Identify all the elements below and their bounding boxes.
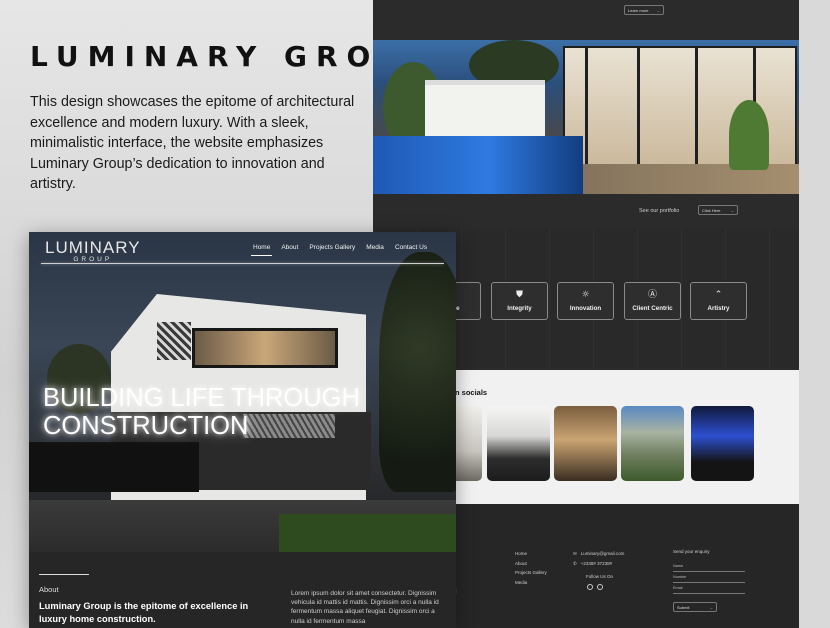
- value-label: Innovation: [569, 304, 602, 312]
- about-body: Lorem ipsum dolor sit amet consectetur. …: [291, 590, 439, 625]
- logo-main: LUMINARY: [45, 238, 141, 257]
- enquiry-label: Send your enquiry: [673, 549, 710, 554]
- mullion: [637, 48, 640, 166]
- instagram-icon[interactable]: [597, 584, 603, 590]
- socials-title: n socials: [455, 388, 488, 397]
- arrow-right-icon: →: [709, 604, 713, 610]
- showcase-description: This design showcases the epitome of arc…: [30, 94, 355, 192]
- homepage-mockup: LUMINARY GROUP Home About Projects Galle…: [29, 232, 456, 628]
- value-label: Artistry: [707, 304, 730, 312]
- house-screen: [157, 322, 191, 360]
- number-field[interactable]: Number: [673, 574, 745, 583]
- follow-label: Follow Us On: [586, 574, 614, 579]
- value-card-innovation[interactable]: ☼ Innovation: [557, 282, 614, 320]
- lightbulb-icon: ☼: [581, 289, 590, 300]
- lawn-shape: [279, 514, 456, 552]
- footer-link-media[interactable]: Media: [515, 578, 547, 588]
- about-heading: Luminary Group is the epitome of excelle…: [39, 601, 249, 624]
- portfolio-button-label: Click Here: [702, 207, 721, 213]
- footer-links: Home About Projects Gallery Media: [515, 549, 547, 587]
- nav-media[interactable]: Media: [366, 244, 384, 253]
- value-card-artistry[interactable]: ⌃ Artistry: [690, 282, 747, 320]
- learn-more-button[interactable]: Learn more →: [624, 5, 664, 15]
- about-label: About: [39, 585, 59, 594]
- garage-shape: [29, 442, 199, 492]
- main-nav: Home About Projects Gallery Media Contac…: [250, 244, 427, 256]
- facebook-icon[interactable]: [587, 584, 593, 590]
- person-icon: Ⓐ: [647, 289, 657, 300]
- social-photo[interactable]: [554, 406, 617, 481]
- arrow-right-icon: →: [730, 207, 734, 213]
- footer-phone[interactable]: +2338# 37238#: [581, 559, 612, 569]
- tree-shape: [379, 252, 456, 492]
- submit-button[interactable]: Submit →: [673, 602, 717, 612]
- nav-projects-gallery[interactable]: Projects Gallery: [309, 244, 355, 253]
- house-window: [192, 328, 338, 368]
- nav-contact-us[interactable]: Contact Us: [395, 244, 427, 253]
- pool-shape: [373, 136, 583, 194]
- footer-social-icons: [587, 584, 603, 590]
- mullion: [585, 48, 588, 166]
- submit-label: Submit: [677, 604, 690, 610]
- portfolio-label: See our portfolio: [639, 208, 680, 214]
- mail-icon: ✉: [573, 551, 577, 556]
- nav-about[interactable]: About: [281, 244, 298, 253]
- footer-link-about[interactable]: About: [515, 559, 547, 569]
- about-divider: [39, 574, 89, 575]
- learn-more-label: Learn more: [628, 7, 649, 13]
- plant-shape: [729, 100, 769, 170]
- portfolio-button[interactable]: Click Here →: [698, 205, 738, 215]
- value-card-integrity[interactable]: ⛊ Integrity: [491, 282, 548, 320]
- social-photo[interactable]: [691, 406, 754, 481]
- arrow-right-icon: →: [656, 7, 660, 13]
- footer-email[interactable]: Luminary@gmail.com: [581, 549, 625, 559]
- footer-link-projects[interactable]: Projects Gallery: [515, 568, 547, 578]
- value-card-client-centric[interactable]: Ⓐ Client Centric: [624, 282, 681, 320]
- hero-headline: BUILDING LIFE THROUGH CONSTRUCTION: [43, 384, 360, 440]
- phone-icon: ✆: [573, 561, 577, 566]
- email-field[interactable]: Email: [673, 585, 745, 594]
- site-logo[interactable]: LUMINARY GROUP: [45, 238, 141, 263]
- name-field[interactable]: Name: [673, 563, 745, 572]
- social-photo[interactable]: [621, 406, 684, 481]
- chevron-up-icon: ⌃: [714, 289, 723, 300]
- pavilion-shape: [425, 80, 545, 137]
- value-label: Client Centric: [632, 304, 673, 312]
- footer-contact: ✉ Luminary@gmail.com ✆ +2338# 37238#: [573, 549, 624, 569]
- nav-divider: [41, 263, 444, 264]
- mullion: [695, 48, 698, 166]
- social-photo[interactable]: [487, 406, 550, 481]
- nav-home[interactable]: Home: [250, 244, 273, 256]
- shield-icon: ⛊: [516, 289, 523, 300]
- value-label: Integrity: [507, 304, 532, 312]
- footer-link-home[interactable]: Home: [515, 549, 547, 559]
- pool-house-photo: [373, 40, 799, 194]
